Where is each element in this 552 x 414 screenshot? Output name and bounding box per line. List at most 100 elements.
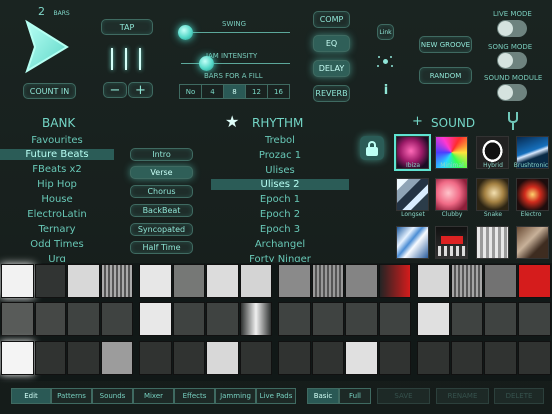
info-icon[interactable]: i [380, 83, 392, 98]
rhythm-item-epoch-2[interactable]: Epoch 2 [211, 209, 349, 220]
song-mode-toggle[interactable] [497, 52, 527, 69]
fill-option-12[interactable]: 12 [246, 85, 268, 98]
section-intro-button[interactable]: Intro [130, 148, 193, 161]
step-cell[interactable] [67, 302, 100, 336]
rhythm-item-epoch-1[interactable]: Epoch 1 [211, 194, 349, 205]
step-cell[interactable] [1, 264, 34, 298]
fill-option-16[interactable]: 16 [268, 85, 289, 98]
step-cell[interactable] [451, 264, 483, 298]
fill-option-no[interactable]: No [180, 85, 202, 98]
play-icon[interactable] [23, 19, 73, 74]
step-cell[interactable] [240, 341, 272, 375]
tab-effects[interactable]: Effects [174, 388, 215, 404]
sound-module-toggle[interactable] [497, 84, 527, 101]
step-cell[interactable] [101, 264, 133, 298]
step-cell[interactable] [101, 341, 133, 375]
add-sound-button[interactable]: + [412, 114, 423, 129]
bank-list[interactable]: Favourites Future Beats FBeats x2 Hip Ho… [0, 134, 117, 262]
new-groove-button[interactable]: NEW GROOVE [419, 36, 472, 53]
delete-button[interactable]: DELETE [494, 388, 544, 404]
section-chorus-button[interactable]: Chorus [130, 185, 193, 198]
step-cell[interactable] [1, 302, 34, 336]
sound-tile-10[interactable] [435, 226, 468, 259]
reverb-button[interactable]: REVERB [313, 85, 350, 102]
step-cell[interactable] [312, 302, 344, 336]
sound-tile-snake[interactable] [476, 178, 509, 211]
step-cell[interactable] [206, 302, 239, 336]
step-cell[interactable] [345, 341, 378, 375]
bank-item-future-beats[interactable]: Future Beats [0, 149, 114, 160]
comp-button[interactable]: COMP [313, 11, 350, 28]
step-cell[interactable] [451, 302, 483, 336]
fill-option-4[interactable]: 4 [202, 85, 224, 98]
step-cell[interactable] [451, 341, 483, 375]
sound-tile-clubby[interactable] [435, 178, 468, 211]
eq-button[interactable]: EQ [313, 35, 350, 52]
bank-item-odd-times[interactable]: Odd Times [0, 239, 114, 250]
step-cell[interactable] [206, 341, 239, 375]
step-cell[interactable] [101, 302, 133, 336]
step-cell[interactable] [278, 302, 311, 336]
favorite-star-icon[interactable]: ★ [225, 114, 241, 130]
step-cell[interactable] [379, 302, 411, 336]
tab-live-pads[interactable]: Live Pads [256, 388, 296, 404]
step-cell[interactable] [139, 302, 172, 336]
rhythm-item-prozac-1[interactable]: Prozac 1 [211, 150, 349, 161]
step-cell[interactable] [35, 264, 66, 298]
sound-tile-longset[interactable] [396, 178, 429, 211]
tab-mixer[interactable]: Mixer [133, 388, 174, 404]
step-cell[interactable] [1, 341, 34, 375]
swing-slider-track[interactable] [181, 32, 290, 33]
lock-icon[interactable] [360, 136, 384, 160]
sound-tile-electro[interactable] [516, 178, 549, 211]
live-mode-toggle[interactable] [497, 20, 527, 37]
sound-tile-9[interactable] [396, 226, 429, 259]
step-cell[interactable] [139, 264, 172, 298]
random-button[interactable]: RANDOM [419, 67, 472, 84]
bank-item-urg[interactable]: Urg [0, 254, 114, 262]
section-backbeat-button[interactable]: BackBeat [130, 204, 193, 217]
metronome-icon[interactable] [377, 54, 394, 71]
bank-item-electrolatin[interactable]: ElectroLatin [0, 209, 114, 220]
step-cell[interactable] [139, 341, 172, 375]
step-cell[interactable] [518, 264, 551, 298]
step-cell[interactable] [278, 341, 311, 375]
step-cell[interactable] [379, 264, 411, 298]
step-cell[interactable] [35, 302, 66, 336]
save-button[interactable]: SAVE [377, 388, 430, 404]
rhythm-item-ulises-2[interactable]: Ulises 2 [211, 179, 349, 190]
jam-intensity-slider-track[interactable] [181, 63, 290, 64]
bank-item-favourites[interactable]: Favourites [0, 135, 114, 146]
sound-tile-11[interactable] [476, 226, 509, 259]
tempo-plus-button[interactable]: + [128, 82, 153, 98]
section-syncopated-button[interactable]: Syncopated [130, 223, 193, 236]
step-cell[interactable] [417, 302, 450, 336]
section-half-time-button[interactable]: Half Time [130, 241, 193, 254]
delay-button[interactable]: DELAY [313, 60, 350, 77]
tap-button[interactable]: TAP [101, 19, 153, 35]
step-cell[interactable] [417, 264, 450, 298]
tab-jamming[interactable]: Jamming [215, 388, 256, 404]
bank-item-ternary[interactable]: Ternary [0, 224, 114, 235]
step-cell[interactable] [278, 264, 311, 298]
step-cell[interactable] [417, 341, 450, 375]
count-in-button[interactable]: COUNT IN [23, 83, 76, 99]
tempo-minus-button[interactable]: − [103, 82, 127, 98]
step-cell[interactable] [173, 341, 205, 375]
bank-item-house[interactable]: House [0, 194, 114, 205]
jam-intensity-slider-knob[interactable] [199, 56, 214, 71]
step-cell[interactable] [240, 302, 272, 336]
fill-option-8[interactable]: 8 [224, 85, 246, 98]
rename-button[interactable]: RENAME [436, 388, 489, 404]
tab-edit[interactable]: Edit [11, 388, 51, 404]
step-cell[interactable] [67, 341, 100, 375]
bank-item-hip-hop[interactable]: Hip Hop [0, 179, 114, 190]
rhythm-item-forty-ninger[interactable]: Forty Ninger [211, 254, 349, 262]
step-cell[interactable] [173, 302, 205, 336]
view-full-button[interactable]: Full [339, 388, 371, 404]
sound-tile-12[interactable] [516, 226, 549, 259]
step-cell[interactable] [484, 302, 517, 336]
link-button[interactable]: Link [377, 24, 394, 40]
step-cell[interactable] [518, 302, 551, 336]
tab-patterns[interactable]: Patterns [51, 388, 92, 404]
